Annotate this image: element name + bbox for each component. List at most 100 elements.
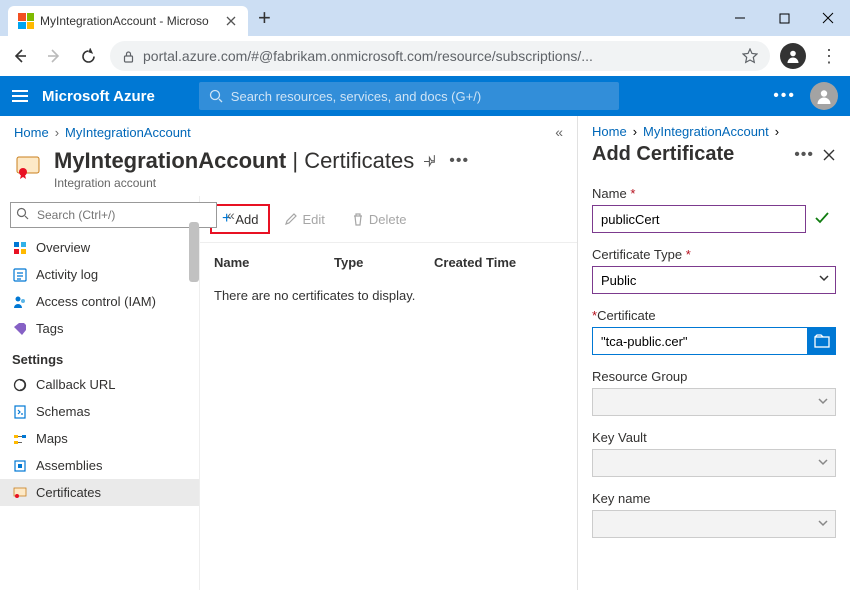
bookmark-icon[interactable] <box>742 48 758 64</box>
certificate-form: Name * Certificate Type * Public *Certif… <box>578 176 850 538</box>
chevron-right-icon: › <box>55 125 59 140</box>
certificate-icon <box>12 486 28 500</box>
breadcrumb: Home › MyIntegrationAccount « <box>0 116 577 144</box>
pencil-icon <box>284 212 298 226</box>
scrollbar-thumb[interactable] <box>189 222 199 282</box>
minimize-button[interactable] <box>718 2 762 34</box>
browse-file-button[interactable] <box>808 327 836 355</box>
forward-button[interactable] <box>42 47 66 65</box>
menu-collapse-button[interactable]: « <box>223 207 239 223</box>
nav-section-settings: Settings <box>0 342 199 371</box>
browser-menu-button[interactable]: ⋮ <box>816 46 842 67</box>
close-window-button[interactable] <box>806 2 850 34</box>
profile-avatar[interactable] <box>780 43 806 69</box>
portal-menu-button[interactable] <box>12 90 28 102</box>
lock-icon <box>122 50 135 63</box>
blade-title: MyIntegrationAccount | Certificates <box>54 148 414 174</box>
nav-activity-log[interactable]: Activity log <box>0 261 199 288</box>
chevron-down-icon <box>817 517 829 529</box>
nav-tags[interactable]: Tags <box>0 315 199 342</box>
chevron-down-icon <box>817 456 829 468</box>
name-input[interactable] <box>592 205 806 233</box>
chevron-right-icon: › <box>633 124 637 139</box>
tab-title: MyIntegrationAccount - Microso <box>40 14 218 28</box>
address-bar[interactable]: portal.azure.com/#@fabrikam.onmicrosoft.… <box>110 41 770 71</box>
callback-icon <box>12 378 28 392</box>
nav-access-control[interactable]: Access control (IAM) <box>0 288 199 315</box>
blade-subtitle: Integration account <box>54 176 563 190</box>
folder-icon <box>814 334 830 348</box>
collapse-breadcrumb-button[interactable]: « <box>555 124 563 140</box>
address-row: portal.azure.com/#@fabrikam.onmicrosoft.… <box>0 36 850 76</box>
global-search[interactable]: Search resources, services, and docs (G+… <box>199 82 619 110</box>
back-button[interactable] <box>8 47 32 65</box>
certificate-resource-icon <box>14 152 44 180</box>
nav-schemas[interactable]: Schemas <box>0 398 199 425</box>
key-vault-select[interactable] <box>592 449 836 477</box>
blade-more-button[interactable]: ••• <box>449 152 469 170</box>
table-header: Name Type Created Time <box>200 243 577 278</box>
certificates-pane: +Add Edit Delete Name Type Created Time … <box>200 196 577 590</box>
azure-topbar: Microsoft Azure Search resources, servic… <box>0 76 850 116</box>
type-select[interactable]: Public <box>592 266 836 294</box>
kv-label: Key Vault <box>592 430 836 445</box>
trash-icon <box>351 212 365 226</box>
rg-label: Resource Group <box>592 369 836 384</box>
col-type[interactable]: Type <box>334 255 434 270</box>
blade-header: MyIntegrationAccount | Certificates ••• … <box>0 144 577 196</box>
browser-tab[interactable]: MyIntegrationAccount - Microso <box>8 6 248 36</box>
kn-label: Key name <box>592 491 836 506</box>
content-area: Home › MyIntegrationAccount « MyIntegrat… <box>0 116 850 590</box>
ms-logo-icon <box>18 13 34 29</box>
resource-group-select[interactable] <box>592 388 836 416</box>
search-placeholder: Search resources, services, and docs (G+… <box>231 89 481 104</box>
map-icon <box>12 432 28 446</box>
new-tab-button[interactable]: + <box>248 5 281 31</box>
panel-title: Add Certificate <box>592 143 786 166</box>
azure-brand[interactable]: Microsoft Azure <box>42 88 155 105</box>
edit-button[interactable]: Edit <box>272 206 336 233</box>
panel-bc-home[interactable]: Home <box>592 124 627 139</box>
maximize-button[interactable] <box>762 2 806 34</box>
resource-menu: « Overview Activity log Access control (… <box>0 196 200 590</box>
pin-icon[interactable] <box>424 154 439 169</box>
assembly-icon <box>12 459 28 473</box>
reload-button[interactable] <box>76 48 100 65</box>
url-text: portal.azure.com/#@fabrikam.onmicrosoft.… <box>143 48 593 64</box>
search-icon <box>209 89 223 103</box>
type-label: Certificate Type * <box>592 247 836 262</box>
user-avatar[interactable] <box>810 82 838 110</box>
nav-certificates[interactable]: Certificates <box>0 479 199 506</box>
search-icon <box>16 207 29 220</box>
overview-icon <box>12 241 28 255</box>
menu-search-input[interactable] <box>10 202 217 228</box>
window-controls <box>718 2 850 34</box>
chevron-down-icon <box>818 272 830 284</box>
nav-assemblies[interactable]: Assemblies <box>0 452 199 479</box>
panel-more-button[interactable]: ••• <box>794 146 814 164</box>
log-icon <box>12 268 28 282</box>
schema-icon <box>12 405 28 419</box>
panel-close-button[interactable] <box>822 148 836 162</box>
nav-maps[interactable]: Maps <box>0 425 199 452</box>
key-name-select[interactable] <box>592 510 836 538</box>
nav-overview[interactable]: Overview <box>0 234 199 261</box>
add-button[interactable]: +Add <box>210 204 270 234</box>
check-icon <box>814 210 830 226</box>
tab-strip: MyIntegrationAccount - Microso + <box>0 0 850 36</box>
col-created[interactable]: Created Time <box>434 255 563 270</box>
breadcrumb-home[interactable]: Home <box>14 125 49 140</box>
certificate-label: *Certificate <box>592 308 836 323</box>
nav-callback-url[interactable]: Callback URL <box>0 371 199 398</box>
tab-close-icon[interactable] <box>224 14 238 28</box>
topbar-more-button[interactable]: ••• <box>773 87 796 105</box>
chevron-right-icon: › <box>775 124 779 139</box>
breadcrumb-item[interactable]: MyIntegrationAccount <box>65 125 191 140</box>
col-name[interactable]: Name <box>214 255 334 270</box>
panel-breadcrumb: Home › MyIntegrationAccount › <box>578 116 850 139</box>
panel-bc-item[interactable]: MyIntegrationAccount <box>643 124 769 139</box>
tag-icon <box>12 322 28 336</box>
certificate-file-input[interactable] <box>592 327 808 355</box>
delete-button[interactable]: Delete <box>339 206 419 233</box>
main-blade: Home › MyIntegrationAccount « MyIntegrat… <box>0 116 578 590</box>
